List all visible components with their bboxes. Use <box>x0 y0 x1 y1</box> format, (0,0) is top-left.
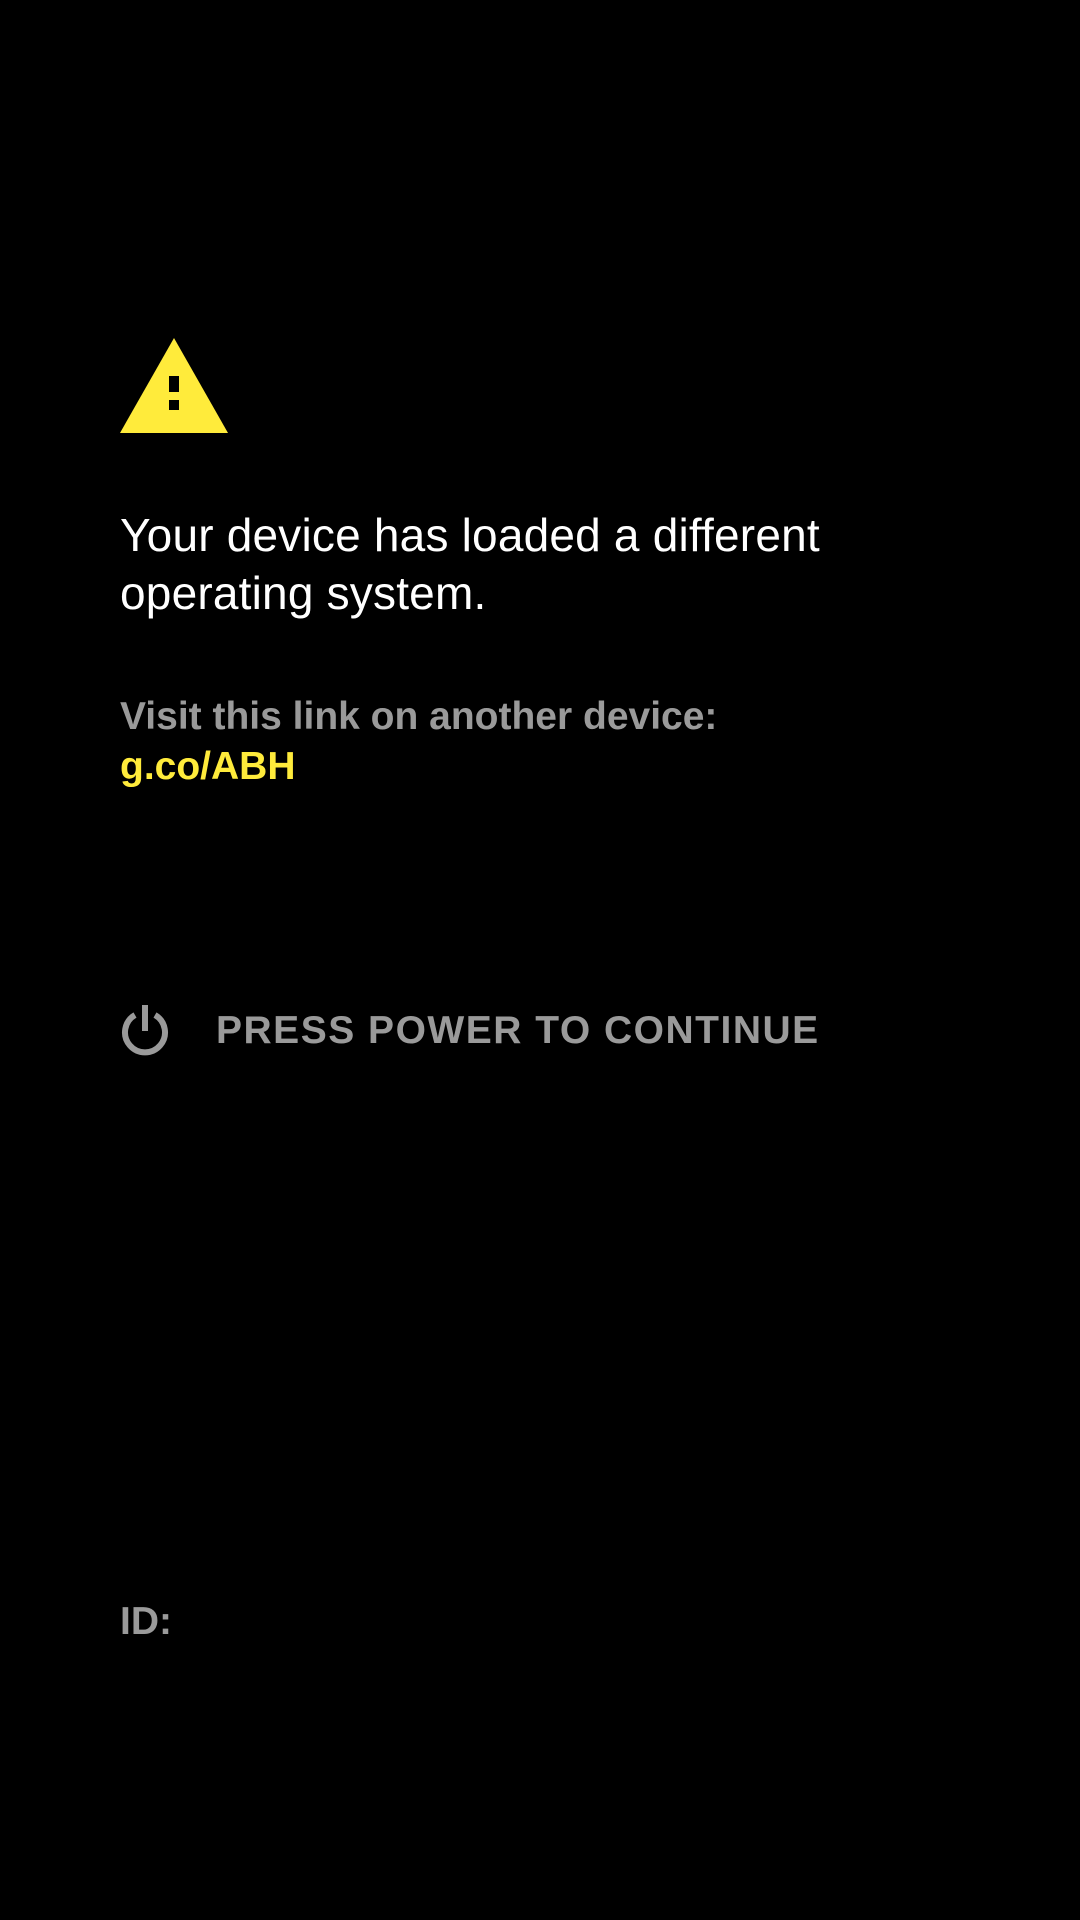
warning-triangle-icon <box>120 338 228 433</box>
power-icon <box>120 1005 170 1057</box>
help-link[interactable]: g.co/ABH <box>120 743 296 791</box>
boot-warning-screen: Your device has loaded a different opera… <box>0 0 1080 1920</box>
continue-instruction: PRESS POWER TO CONTINUE <box>120 1003 820 1059</box>
press-power-label: PRESS POWER TO CONTINUE <box>216 1009 820 1052</box>
warning-headline: Your device has loaded a different opera… <box>120 509 820 619</box>
device-id-label: ID: <box>120 1600 172 1643</box>
visit-link-label: Visit this link on another device: <box>120 695 718 738</box>
